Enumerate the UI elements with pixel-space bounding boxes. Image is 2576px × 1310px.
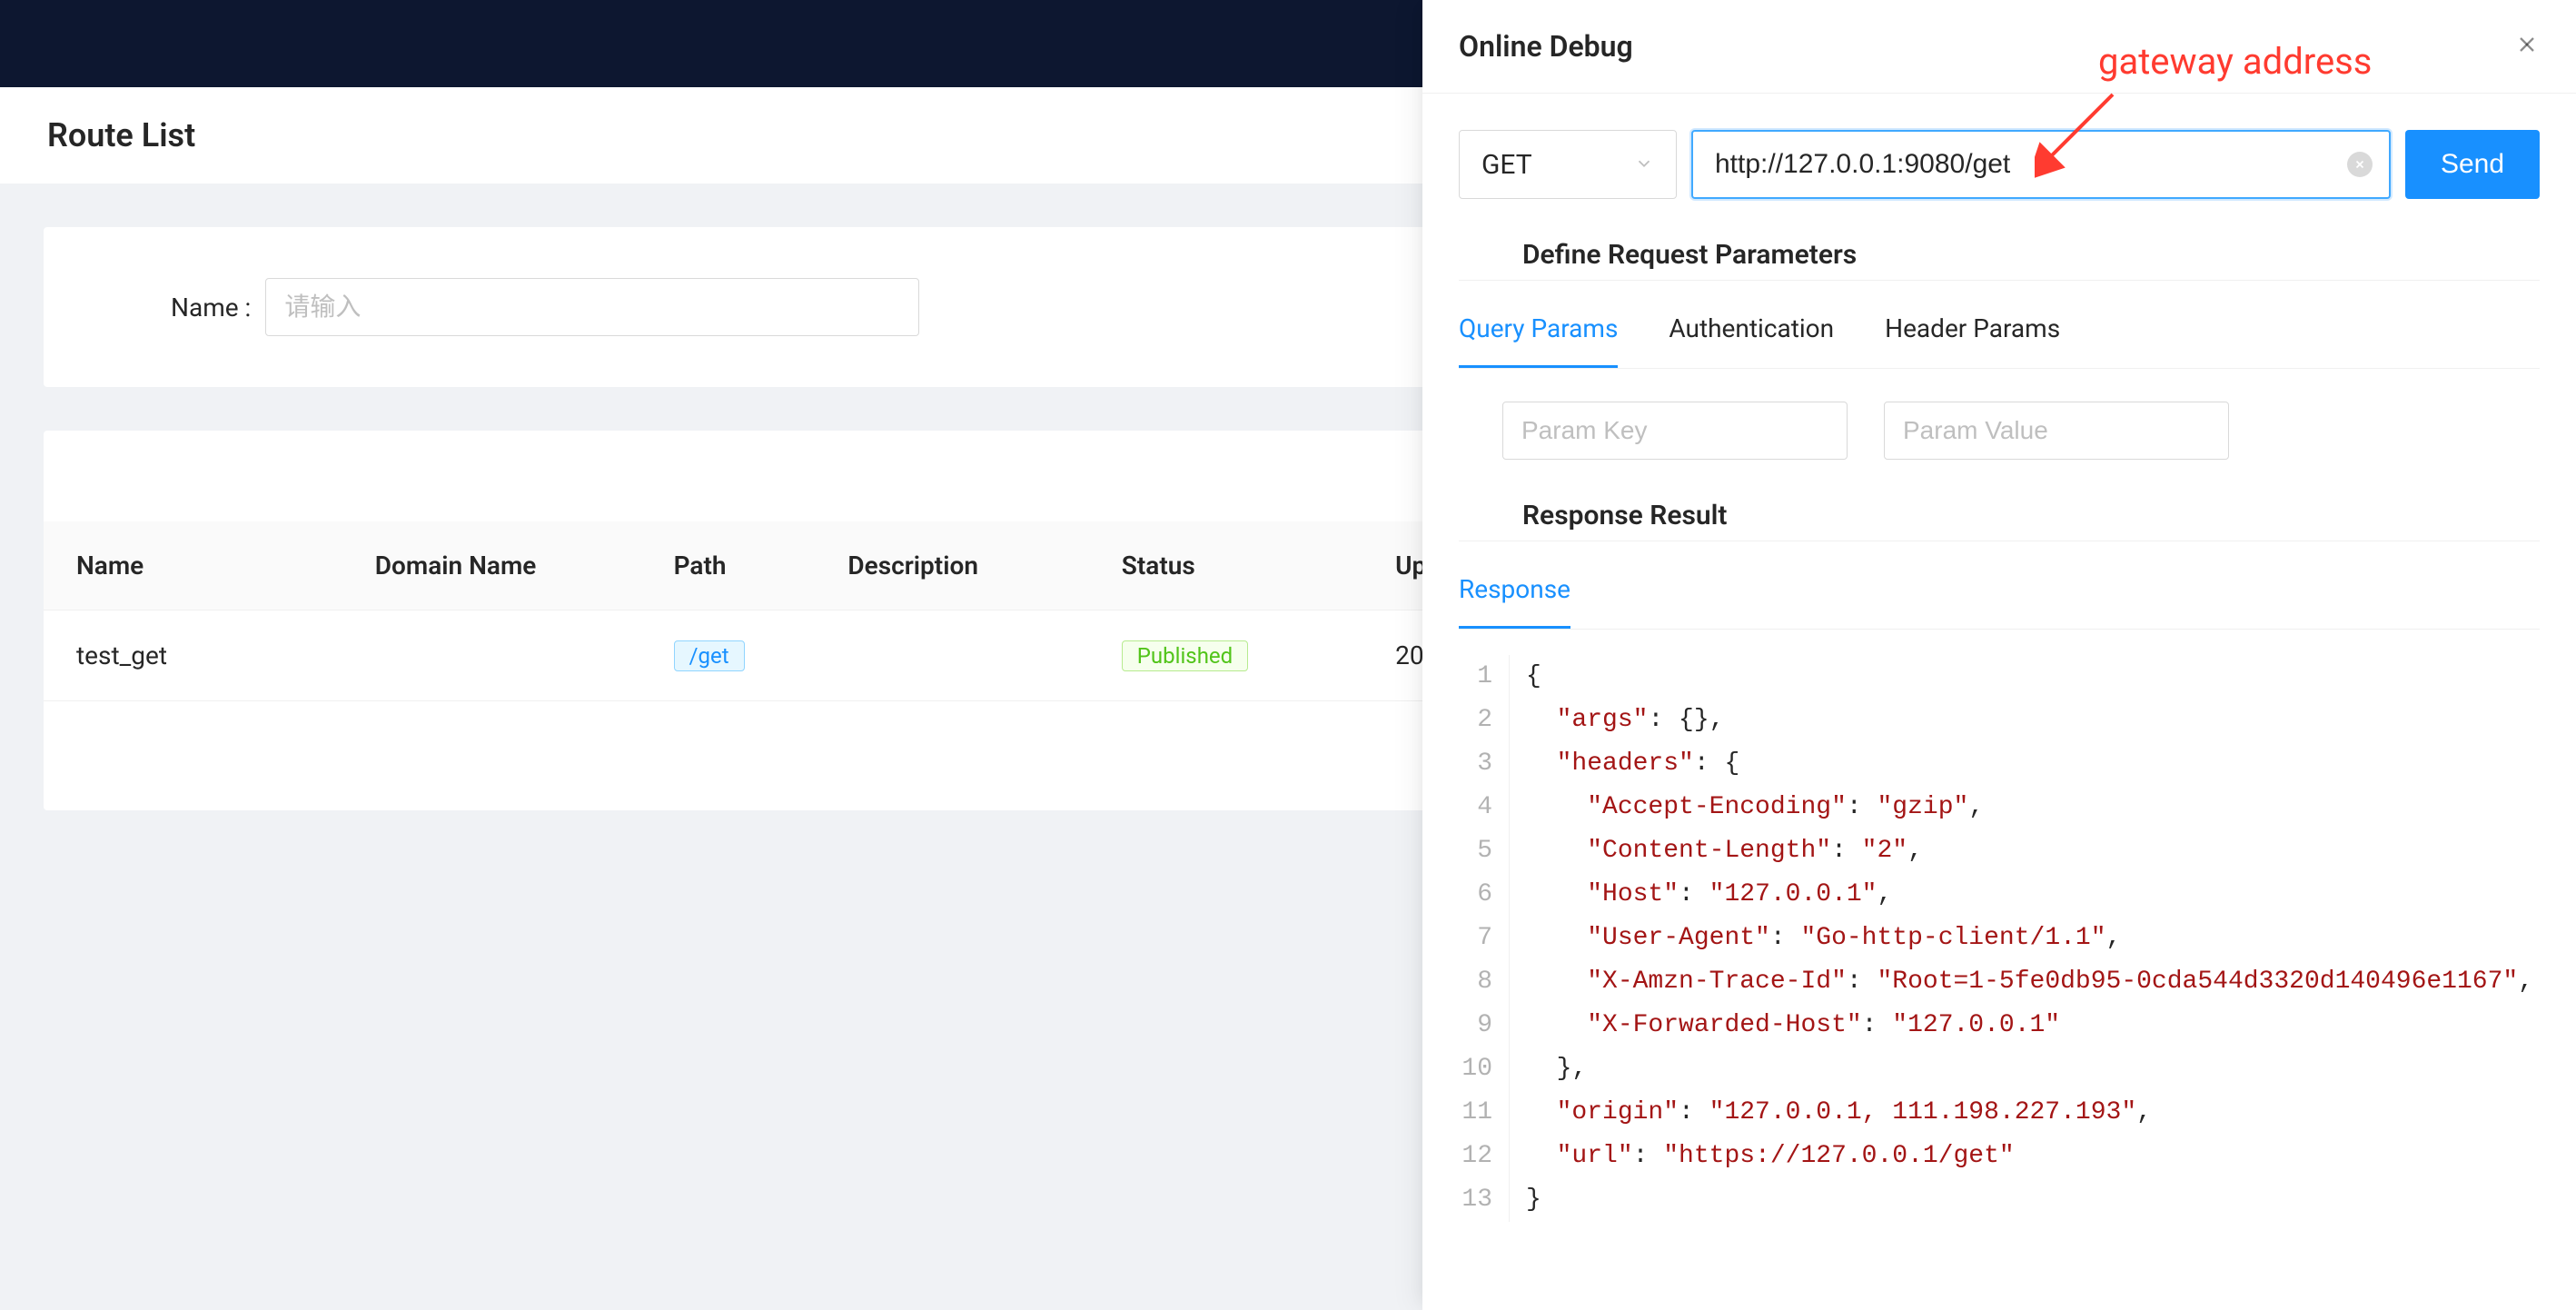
- status-badge: Published: [1122, 640, 1248, 671]
- param-row: [1502, 402, 2540, 460]
- section-params-title: Define Request Parameters: [1522, 239, 2540, 271]
- tab-authentication[interactable]: Authentication: [1669, 313, 1834, 368]
- col-path: Path: [641, 521, 816, 610]
- response-body: 12345678910111213 { "args": {}, "headers…: [1459, 655, 2540, 1222]
- send-button[interactable]: Send: [2405, 130, 2540, 199]
- col-name: Name: [44, 521, 342, 610]
- line-gutter: 12345678910111213: [1459, 655, 1510, 1222]
- cell-description: [815, 610, 1088, 701]
- param-key-input[interactable]: [1502, 402, 1848, 460]
- name-input[interactable]: [265, 278, 919, 336]
- param-tabs: Query Params Authentication Header Param…: [1459, 313, 2540, 369]
- section-response-title: Response Result: [1522, 500, 2540, 531]
- response-tabs: Response: [1459, 574, 2540, 630]
- cell-path: /get: [641, 610, 816, 701]
- filter-name-label: Name :: [171, 293, 251, 323]
- response-code[interactable]: { "args": {}, "headers": { "Accept-Encod…: [1510, 655, 2533, 1222]
- close-icon[interactable]: [2514, 32, 2540, 62]
- request-line: GET Send: [1459, 130, 2540, 199]
- method-select[interactable]: GET: [1459, 130, 1677, 199]
- method-value: GET: [1481, 149, 1532, 181]
- filter-name: Name :: [171, 278, 919, 336]
- cell-status: Published: [1089, 610, 1362, 701]
- url-input[interactable]: [1691, 130, 2391, 199]
- tab-query-params[interactable]: Query Params: [1459, 313, 1618, 368]
- tab-header-params[interactable]: Header Params: [1885, 313, 2060, 368]
- chevron-down-icon: [1634, 149, 1654, 181]
- cell-name: test_get: [44, 610, 342, 701]
- col-description: Description: [815, 521, 1088, 610]
- drawer-title: Online Debug: [1459, 29, 1633, 64]
- online-debug-drawer: Online Debug GET Send Define Request Par…: [1422, 0, 2576, 1310]
- drawer-header: Online Debug: [1422, 0, 2576, 94]
- clear-icon[interactable]: [2347, 152, 2373, 177]
- cell-domain: [342, 610, 641, 701]
- param-value-input[interactable]: [1884, 402, 2229, 460]
- col-status: Status: [1089, 521, 1362, 610]
- path-tag: /get: [674, 640, 745, 671]
- col-domain: Domain Name: [342, 521, 641, 610]
- tab-response[interactable]: Response: [1459, 574, 1570, 629]
